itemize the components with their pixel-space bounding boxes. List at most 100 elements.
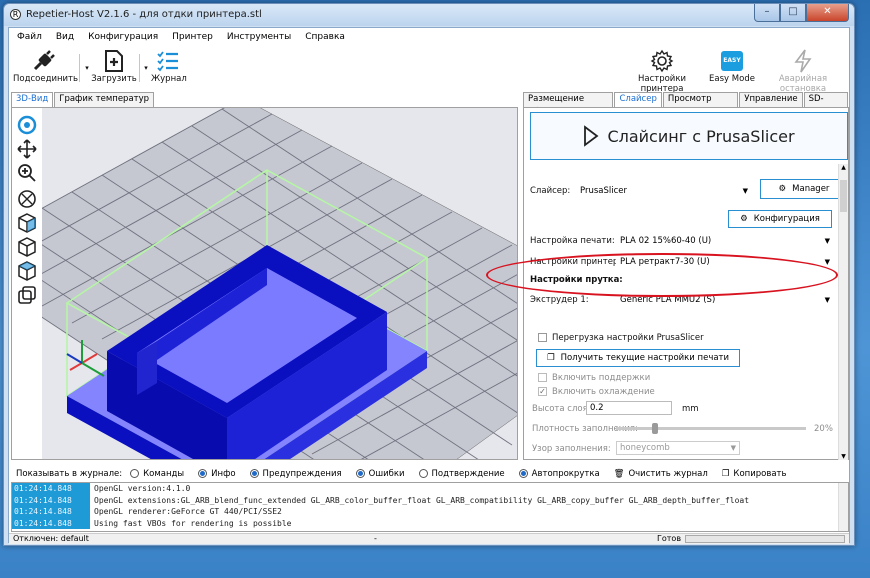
emergency-stop-button[interactable]: Аварийная остановка [757, 48, 849, 94]
parallel-view-button[interactable] [16, 284, 38, 306]
connect-button[interactable]: Подсоединить [13, 48, 79, 84]
configuration-label: Конфигурация [753, 214, 820, 224]
radio-ack[interactable] [418, 469, 428, 478]
cooling-checkbox[interactable]: ✓ [538, 387, 547, 396]
easy-mode-label: Easy Mode [709, 74, 755, 84]
menu-view[interactable]: Вид [56, 32, 74, 42]
log-option-autoscroll[interactable]: Автопрокрутка [518, 469, 600, 479]
top-view-button[interactable] [16, 260, 38, 282]
slicer-select[interactable]: PrusaSlicer ▼ [576, 184, 752, 198]
app-icon: R [10, 9, 21, 20]
tab-object-placement[interactable]: Размещение объекта [523, 92, 614, 117]
trash-icon: 🗑 [613, 468, 625, 479]
zoom-icon [18, 164, 36, 182]
tab-temperature-graph[interactable]: График температур [54, 92, 155, 107]
log-option-ack[interactable]: Подтверждение [418, 468, 505, 479]
3d-viewport[interactable] [11, 107, 518, 460]
gear-icon [650, 49, 674, 73]
pan-button[interactable] [16, 138, 38, 160]
3d-scene[interactable] [12, 108, 518, 460]
infill-pattern-value: honeycomb [620, 443, 670, 453]
radio-errors[interactable] [355, 469, 365, 478]
close-button[interactable]: ✕ [806, 4, 849, 22]
window-title: Repetier-Host V2.1.6 - для отдки принтер… [26, 9, 262, 20]
radio-info[interactable] [198, 469, 208, 478]
load-dropdown[interactable]: ▾ [142, 64, 150, 72]
menu-help[interactable]: Справка [305, 32, 345, 42]
connect-dropdown[interactable]: ▾ [83, 64, 91, 72]
print-settings-select[interactable]: PLA 02 15%60-40 (U) ▼ [616, 234, 834, 248]
tab-print-preview[interactable]: Просмотр печати [662, 92, 739, 117]
clear-log-label: Очистить журнал [628, 468, 708, 479]
chevron-down-icon: ▼ [730, 444, 736, 452]
menu-printer[interactable]: Принтер [172, 32, 213, 42]
cube-front-icon [18, 237, 36, 257]
printer-settings-button[interactable]: Настройки принтера [617, 48, 707, 94]
iso-view-button[interactable] [16, 212, 38, 234]
log-option-label: Инфо [211, 468, 236, 479]
scroll-up-arrow[interactable]: ▲ [839, 164, 848, 171]
gear-icon: ⚙ [778, 184, 787, 194]
log-message: OpenGL renderer:GeForce GT 440/PCI/SSE2 [94, 507, 282, 516]
log-time: 01:24:14.848 [12, 483, 90, 495]
tab-sd-card[interactable]: SD-карта [803, 92, 848, 117]
chevron-down-icon: ▼ [824, 237, 830, 245]
log-area[interactable]: 01:24:14.848 OpenGL version:4.1.0 01:24:1… [11, 482, 849, 532]
log-show-label: Показывать в журнале: [16, 468, 123, 479]
log-message: OpenGL version:4.1.0 [94, 484, 191, 493]
move-view-button[interactable] [16, 114, 38, 136]
layer-height-input[interactable]: 0.2 [586, 401, 672, 415]
override-checkbox[interactable] [538, 333, 547, 342]
scroll-down-arrow[interactable]: ▼ [839, 453, 848, 460]
log-message: Using fast VBOs for rendering is possibl… [94, 518, 292, 528]
emergency-stop-label: Аварийная остановка [778, 74, 828, 94]
get-current-settings-button[interactable]: ❐ Получить текущие настройки печати [536, 349, 740, 367]
status-ready: Готов [657, 534, 682, 543]
support-checkbox[interactable] [538, 373, 547, 382]
log-option-info[interactable]: Инфо [198, 468, 236, 479]
tab-control[interactable]: Управление [739, 92, 803, 107]
copy-log-button[interactable]: ❐ Копировать [722, 469, 787, 479]
log-option-label: Ошибки [368, 468, 405, 479]
manager-button[interactable]: ⚙ Manager [760, 179, 848, 199]
slider-thumb[interactable] [652, 423, 658, 434]
title-bar[interactable]: R Repetier-Host V2.1.6 - для отдки принт… [4, 4, 854, 26]
slicer-scrollbar[interactable]: ▲ ▼ [838, 164, 848, 460]
configuration-button[interactable]: ⚙ Конфигурация [728, 210, 832, 228]
minimize-button[interactable]: – [754, 4, 780, 22]
toolbar: Подсоединить ▾ Загрузить ▾ Журнал Настро… [9, 46, 849, 94]
maximize-button[interactable]: □ [780, 4, 806, 22]
tab-slicer[interactable]: Слайсер [614, 92, 662, 108]
layer-height-label: Высота слоя: [532, 404, 591, 414]
load-button[interactable]: Загрузить [91, 48, 137, 84]
lightning-icon [794, 49, 812, 73]
radio-warnings[interactable] [249, 469, 259, 478]
menu-tools[interactable]: Инструменты [227, 32, 291, 42]
plug-icon [33, 50, 55, 71]
menu-config[interactable]: Конфигурация [88, 32, 158, 42]
log-option-label: Подтверждение [431, 468, 505, 479]
menu-file[interactable]: Файл [17, 32, 42, 42]
print-settings-label: Настройка печати: [530, 236, 615, 246]
log-option-commands[interactable]: Команды [130, 469, 184, 479]
manager-label: Manager [792, 184, 830, 194]
tab-3d-view[interactable]: 3D-Вид [11, 92, 54, 108]
clear-log-button[interactable]: 🗑 Очистить журнал [614, 469, 708, 479]
copy-icon: ❐ [546, 353, 555, 363]
slice-button[interactable]: Слайсинг с PrusaSlicer [530, 112, 848, 160]
easy-mode-button[interactable]: EASY Easy Mode [707, 48, 757, 84]
log-option-warnings[interactable]: Предупреждения [249, 469, 342, 479]
radio-commands[interactable] [130, 469, 140, 478]
radio-autoscroll[interactable] [518, 469, 528, 478]
infill-pattern-select[interactable]: honeycomb ▼ [616, 441, 740, 455]
connect-label: Подсоединить [13, 74, 79, 84]
front-view-button[interactable] [16, 236, 38, 258]
fit-view-button[interactable] [16, 188, 38, 210]
infill-density-slider[interactable] [616, 423, 806, 434]
log-button[interactable]: Журнал [151, 48, 187, 84]
zoom-button[interactable] [16, 162, 38, 184]
log-option-errors[interactable]: Ошибки [355, 468, 405, 479]
scroll-thumb[interactable] [840, 180, 847, 212]
log-scrollbar[interactable] [838, 483, 848, 531]
load-file-icon [105, 50, 123, 72]
